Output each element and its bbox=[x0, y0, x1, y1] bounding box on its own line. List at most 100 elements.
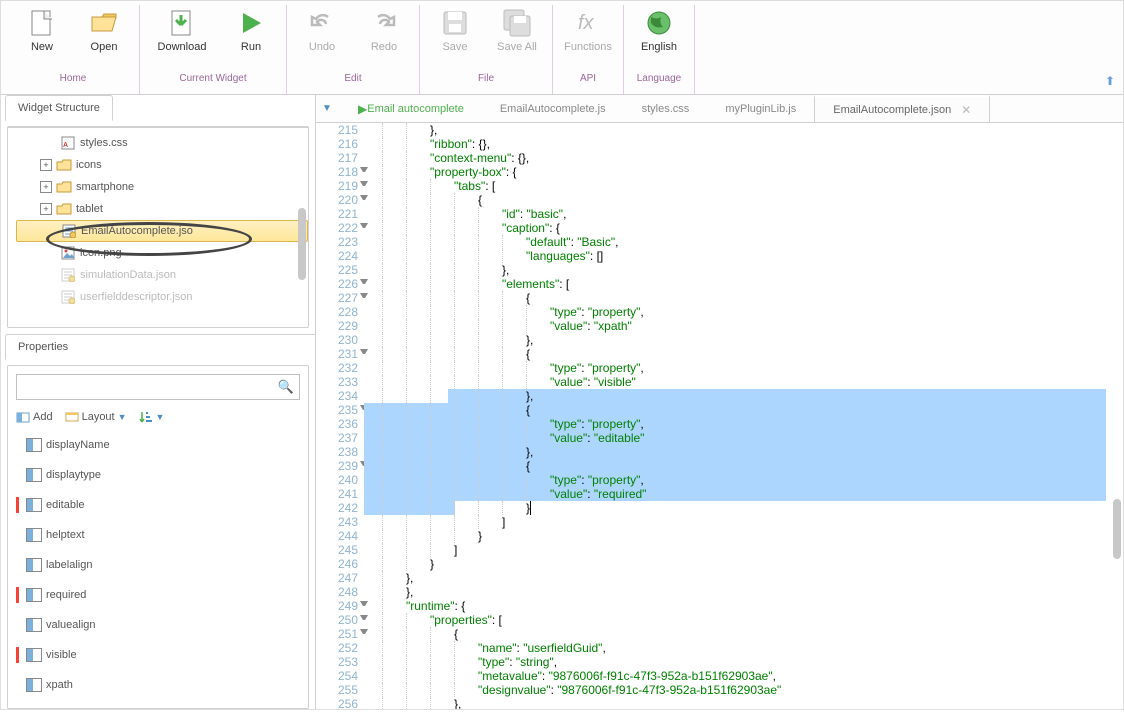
code-line[interactable]: "caption": { bbox=[382, 221, 1123, 235]
pin-icon[interactable]: ⬆ bbox=[1105, 74, 1115, 88]
code-line[interactable]: { bbox=[382, 627, 1123, 641]
layout-button[interactable]: Layout ▼ bbox=[65, 411, 127, 423]
new-button[interactable]: New bbox=[13, 5, 71, 73]
tree-file[interactable]: simulationData.json bbox=[16, 264, 308, 286]
editor-tab[interactable]: myPluginLib.js bbox=[707, 95, 814, 122]
code-line[interactable]: "value": "visible" bbox=[382, 375, 1123, 389]
editor-area: ▼ ▶ Email autocompleteEmailAutocomplete.… bbox=[315, 95, 1123, 709]
tree-folder[interactable]: +smartphone bbox=[16, 176, 308, 198]
tree-item-label: icon.png bbox=[80, 247, 122, 259]
property-row[interactable]: valuealign bbox=[16, 610, 300, 640]
download-icon bbox=[166, 7, 198, 39]
property-row[interactable]: visible bbox=[16, 640, 300, 670]
ribbon-group-current-widget: DownloadRunCurrent Widget bbox=[140, 5, 287, 94]
code-line[interactable]: } bbox=[382, 529, 1123, 543]
tree-file[interactable]: userfielddescriptor.json bbox=[16, 286, 308, 308]
code-line[interactable]: "type": "property", bbox=[382, 361, 1123, 375]
code-line[interactable]: "property-box": { bbox=[382, 165, 1123, 179]
property-row[interactable]: labelalign bbox=[16, 550, 300, 580]
code-line[interactable]: { bbox=[382, 459, 1123, 473]
code-line[interactable]: "default": "Basic", bbox=[382, 235, 1123, 249]
code-line[interactable]: "type": "property", bbox=[382, 473, 1123, 487]
open-button[interactable]: Open bbox=[75, 5, 133, 73]
ribbon-label: Undo bbox=[309, 41, 335, 53]
code-line[interactable]: "value": "editable" bbox=[382, 431, 1123, 445]
download-button[interactable]: Download bbox=[146, 5, 218, 73]
property-row[interactable]: displaytype bbox=[16, 460, 300, 490]
editor-tab[interactable]: EmailAutocomplete.js bbox=[482, 95, 624, 122]
editor-tab[interactable]: styles.css bbox=[624, 95, 708, 122]
run-button[interactable]: Run bbox=[222, 5, 280, 73]
code-line[interactable]: }, bbox=[382, 571, 1123, 585]
sort-button[interactable]: ▼ bbox=[139, 410, 165, 424]
language-button[interactable]: English bbox=[630, 5, 688, 73]
code-line[interactable]: { bbox=[382, 291, 1123, 305]
ribbon: NewOpenHomeDownloadRunCurrent WidgetUndo… bbox=[1, 1, 1123, 95]
code-line[interactable]: { bbox=[382, 193, 1123, 207]
code-line[interactable]: "elements": [ bbox=[382, 277, 1123, 291]
search-icon[interactable]: 🔍 bbox=[278, 379, 294, 395]
tree-file[interactable]: Astyles.css bbox=[16, 132, 308, 154]
expand-icon[interactable]: + bbox=[40, 181, 52, 193]
code-line[interactable]: "languages": [] bbox=[382, 249, 1123, 263]
code-line[interactable]: }, bbox=[382, 389, 1123, 403]
property-row[interactable]: displayName bbox=[16, 430, 300, 460]
code-line[interactable]: "tabs": [ bbox=[382, 179, 1123, 193]
code-line[interactable]: } bbox=[382, 557, 1123, 571]
property-row[interactable]: helptext bbox=[16, 520, 300, 550]
property-name: visible bbox=[46, 649, 77, 661]
code-line[interactable]: }, bbox=[382, 123, 1123, 137]
expand-icon[interactable]: + bbox=[40, 159, 52, 171]
properties-search-input[interactable] bbox=[16, 374, 300, 400]
tree-file[interactable]: icon.png bbox=[16, 242, 308, 264]
code-line[interactable]: "value": "xpath" bbox=[382, 319, 1123, 333]
code-line[interactable]: }, bbox=[382, 445, 1123, 459]
code-line[interactable]: }, bbox=[382, 333, 1123, 347]
code-line[interactable]: { bbox=[382, 403, 1123, 417]
code-line[interactable]: }, bbox=[382, 585, 1123, 599]
code-line[interactable]: ] bbox=[382, 543, 1123, 557]
property-name: editable bbox=[46, 499, 85, 511]
code-body[interactable]: },"ribbon": {},"context-menu": {},"prope… bbox=[364, 123, 1123, 709]
code-line[interactable]: "context-menu": {}, bbox=[382, 151, 1123, 165]
expand-icon[interactable]: + bbox=[40, 203, 52, 215]
property-row[interactable]: editable bbox=[16, 490, 300, 520]
code-line[interactable]: "name": "userfieldGuid", bbox=[382, 641, 1123, 655]
editor-tab[interactable]: ▶ Email autocomplete bbox=[338, 95, 482, 122]
properties-tab[interactable]: Properties bbox=[5, 334, 319, 360]
code-line[interactable]: "id": "basic", bbox=[382, 207, 1123, 221]
widget-structure-tree[interactable]: Astyles.css+icons+smartphone+tabletEmail… bbox=[8, 127, 308, 327]
property-row[interactable]: xpath bbox=[16, 670, 300, 700]
close-icon[interactable]: ✕ bbox=[961, 103, 971, 117]
required-marker-icon bbox=[16, 587, 22, 603]
tab-dropdown-icon[interactable]: ▼ bbox=[316, 95, 338, 122]
code-line[interactable]: "type": "property", bbox=[382, 305, 1123, 319]
code-line[interactable]: "runtime": { bbox=[382, 599, 1123, 613]
code-line[interactable]: "value": "required" bbox=[382, 487, 1123, 501]
save-icon bbox=[439, 7, 471, 39]
code-line[interactable]: }, bbox=[382, 263, 1123, 277]
code-line[interactable]: ] bbox=[382, 515, 1123, 529]
editor-tab[interactable]: EmailAutocomplete.json✕ bbox=[814, 95, 990, 122]
code-line[interactable]: "properties": [ bbox=[382, 613, 1123, 627]
ribbon-label: Open bbox=[91, 41, 118, 53]
tree-folder[interactable]: +tablet bbox=[16, 198, 308, 220]
code-line[interactable]: "type": "string", bbox=[382, 655, 1123, 669]
code-editor[interactable]: 2152162172182192202212222232242252262272… bbox=[316, 123, 1123, 709]
tree-file[interactable]: EmailAutocomplete.jso bbox=[16, 220, 308, 242]
code-line[interactable]: }, bbox=[382, 697, 1123, 709]
code-line[interactable]: "metavalue": "9876006f-f91c-47f3-952a-b1… bbox=[382, 669, 1123, 683]
code-line[interactable]: { bbox=[382, 347, 1123, 361]
code-line[interactable]: "type": "property", bbox=[382, 417, 1123, 431]
property-name: displaytype bbox=[46, 469, 101, 481]
code-line[interactable]: } bbox=[382, 501, 1123, 515]
scrollbar-thumb[interactable] bbox=[298, 208, 306, 280]
properties-panel: Properties 🔍 Add Layout ▼ ▼ bbox=[1, 334, 315, 715]
code-line[interactable]: "ribbon": {}, bbox=[382, 137, 1123, 151]
tree-folder[interactable]: +icons bbox=[16, 154, 308, 176]
add-property-button[interactable]: Add bbox=[16, 410, 53, 424]
widget-structure-tab[interactable]: Widget Structure bbox=[5, 95, 113, 121]
ribbon-group-language: EnglishLanguage bbox=[624, 5, 695, 94]
code-line[interactable]: "designvalue": "9876006f-f91c-47f3-952a-… bbox=[382, 683, 1123, 697]
property-row[interactable]: required bbox=[16, 580, 300, 610]
